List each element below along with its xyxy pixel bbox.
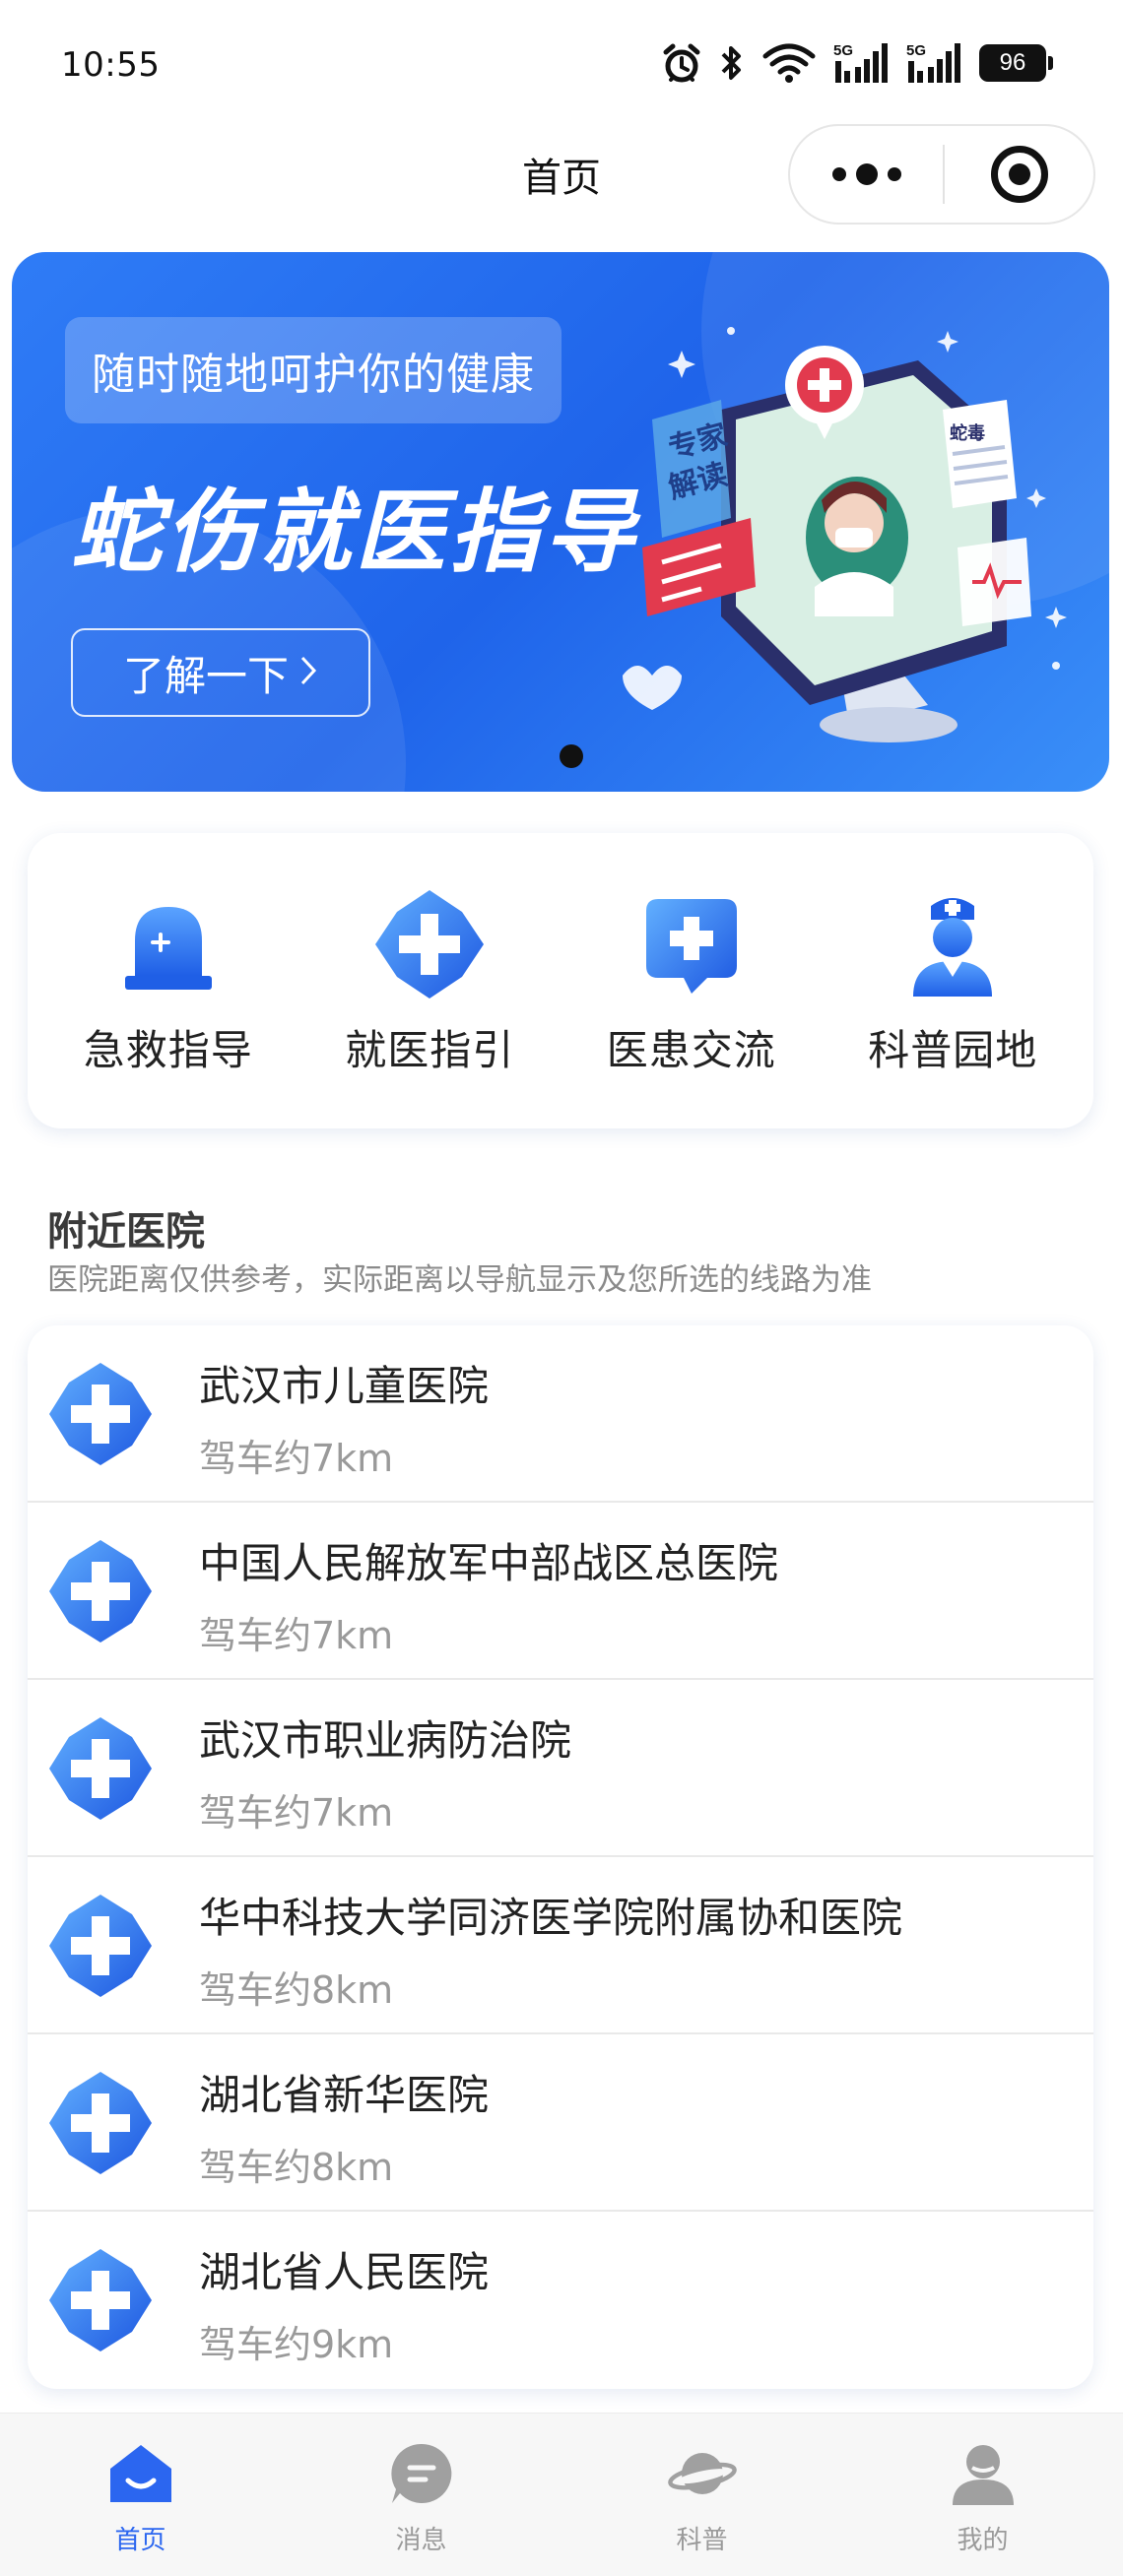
- network-type-2: 5G: [906, 42, 926, 59]
- home-icon: [106, 2439, 175, 2508]
- banner-tagline: 随时随地呵护你的健康: [65, 317, 562, 423]
- menu-first-aid[interactable]: 急救指导: [50, 885, 287, 1077]
- medical-cross-icon: [370, 885, 489, 1003]
- wifi-icon: [762, 42, 816, 84]
- bluetooth-icon: [719, 42, 745, 84]
- planet-icon: [667, 2439, 737, 2508]
- tab-home-label: 首页: [114, 2526, 166, 2555]
- more-options-button[interactable]: [790, 126, 943, 223]
- menu-doctor-patient-chat[interactable]: 医患交流: [573, 885, 810, 1077]
- menu-first-aid-label: 急救指导: [83, 1025, 253, 1074]
- hospital-distance: 驾车约8km: [199, 1968, 394, 2012]
- hospital-distance: 驾车约8km: [199, 2146, 394, 2189]
- hospital-cross-icon: [49, 1717, 152, 1820]
- hospital-list-item[interactable]: 华中科技大学同济医学院附属协和医院 驾车约8km: [28, 1857, 1093, 2034]
- promo-banner[interactable]: 随时随地呵护你的健康 蛇伤就医指导 了解一下 专家 解读 蛇毒: [12, 252, 1109, 792]
- hospital-name: 湖北省人民医院: [199, 2248, 490, 2296]
- doctor-monitor-illustration: 专家 解读 蛇毒: [623, 327, 1067, 742]
- dot-icon: [831, 167, 846, 181]
- dot-icon: [855, 163, 878, 185]
- status-icons: 5G 5G 96: [662, 39, 1053, 87]
- menu-medical-guide-label: 就医指引: [345, 1025, 515, 1074]
- menu-medical-guide[interactable]: 就医指引: [311, 885, 548, 1077]
- nav-bar: 首页: [0, 122, 1123, 225]
- target-icon: [990, 146, 1048, 203]
- hospital-name: 中国人民解放军中部战区总医院: [199, 1539, 779, 1587]
- signal-icon: 5G: [833, 41, 889, 85]
- art-text-venom: 蛇毒: [950, 422, 985, 444]
- nearby-hospitals-subtitle: 医院距离仅供参考，实际距离以导航显示及您所选的线路为准: [47, 1262, 872, 1298]
- menu-science-corner-label: 科普园地: [868, 1025, 1038, 1074]
- hospital-cross-icon: [49, 2072, 152, 2174]
- hospital-list-item[interactable]: 中国人民解放军中部战区总医院 驾车约7km: [28, 1503, 1093, 1680]
- hospital-distance: 驾车约9km: [199, 2323, 394, 2366]
- hospital-distance: 驾车约7km: [199, 1614, 394, 1657]
- battery-icon: 96: [979, 44, 1053, 82]
- hospital-cross-icon: [49, 2249, 152, 2351]
- mini-program-capsule: [788, 124, 1095, 225]
- menu-science-corner[interactable]: 科普园地: [834, 885, 1071, 1077]
- hospital-list-item[interactable]: 武汉市职业病防治院 驾车约7km: [28, 1680, 1093, 1857]
- siren-icon: [109, 885, 228, 1003]
- hospital-distance: 驾车约7km: [199, 1437, 394, 1480]
- alarm-icon: [662, 42, 701, 84]
- tab-messages[interactable]: 消息: [281, 2414, 562, 2576]
- quick-menu: 急救指导 就医指引 医患交流 科普园地: [28, 833, 1093, 1128]
- dot-icon: [887, 167, 901, 181]
- hospital-cross-icon: [49, 1895, 152, 1997]
- network-type-1: 5G: [833, 42, 853, 59]
- menu-doctor-patient-chat-label: 医患交流: [606, 1025, 776, 1074]
- tab-profile[interactable]: 我的: [842, 2414, 1123, 2576]
- hospital-name: 华中科技大学同济医学院附属协和医院: [199, 1894, 903, 1942]
- hospital-list-item[interactable]: 湖北省人民医院 驾车约9km: [28, 2212, 1093, 2389]
- learn-more-button[interactable]: 了解一下: [71, 628, 370, 717]
- hospital-cross-icon: [49, 1540, 152, 1642]
- hospital-distance: 驾车约7km: [199, 1791, 394, 1835]
- hospital-list: 武汉市儿童医院 驾车约7km 中国人民解放军中部战区总医院 驾车约7km 武汉市…: [28, 1325, 1093, 2389]
- hospital-name: 湖北省新华医院: [199, 2071, 490, 2119]
- tab-home[interactable]: 首页: [0, 2414, 281, 2576]
- tab-messages-label: 消息: [395, 2526, 447, 2555]
- chevron-right-icon: [298, 649, 318, 697]
- banner-title: 蛇伤就医指导: [71, 480, 639, 585]
- tab-science[interactable]: 科普: [562, 2414, 842, 2576]
- learn-more-label: 了解一下: [122, 651, 289, 700]
- hospital-cross-icon: [49, 1363, 152, 1465]
- signal-icon-2: 5G: [906, 41, 961, 85]
- hospital-list-item[interactable]: 湖北省新华医院 驾车约8km: [28, 2034, 1093, 2212]
- message-icon: [387, 2439, 456, 2508]
- status-bar: 10:55 5G 5G 96: [0, 0, 1123, 128]
- bottom-tab-bar: 首页 消息 科普 我的: [0, 2413, 1123, 2576]
- hospital-name: 武汉市职业病防治院: [199, 1716, 572, 1765]
- nurse-icon: [893, 885, 1012, 1003]
- hospital-list-item[interactable]: 武汉市儿童医院 驾车约7km: [28, 1325, 1093, 1503]
- nearby-hospitals-title: 附近医院: [47, 1209, 205, 1255]
- close-miniprogram-button[interactable]: [945, 126, 1093, 223]
- tab-science-label: 科普: [676, 2526, 728, 2555]
- status-time: 10:55: [61, 45, 161, 85]
- tab-profile-label: 我的: [957, 2526, 1009, 2555]
- carousel-indicator[interactable]: [560, 744, 583, 768]
- user-icon: [949, 2439, 1018, 2508]
- chat-cross-icon: [632, 885, 751, 1003]
- hospital-name: 武汉市儿童医院: [199, 1362, 490, 1410]
